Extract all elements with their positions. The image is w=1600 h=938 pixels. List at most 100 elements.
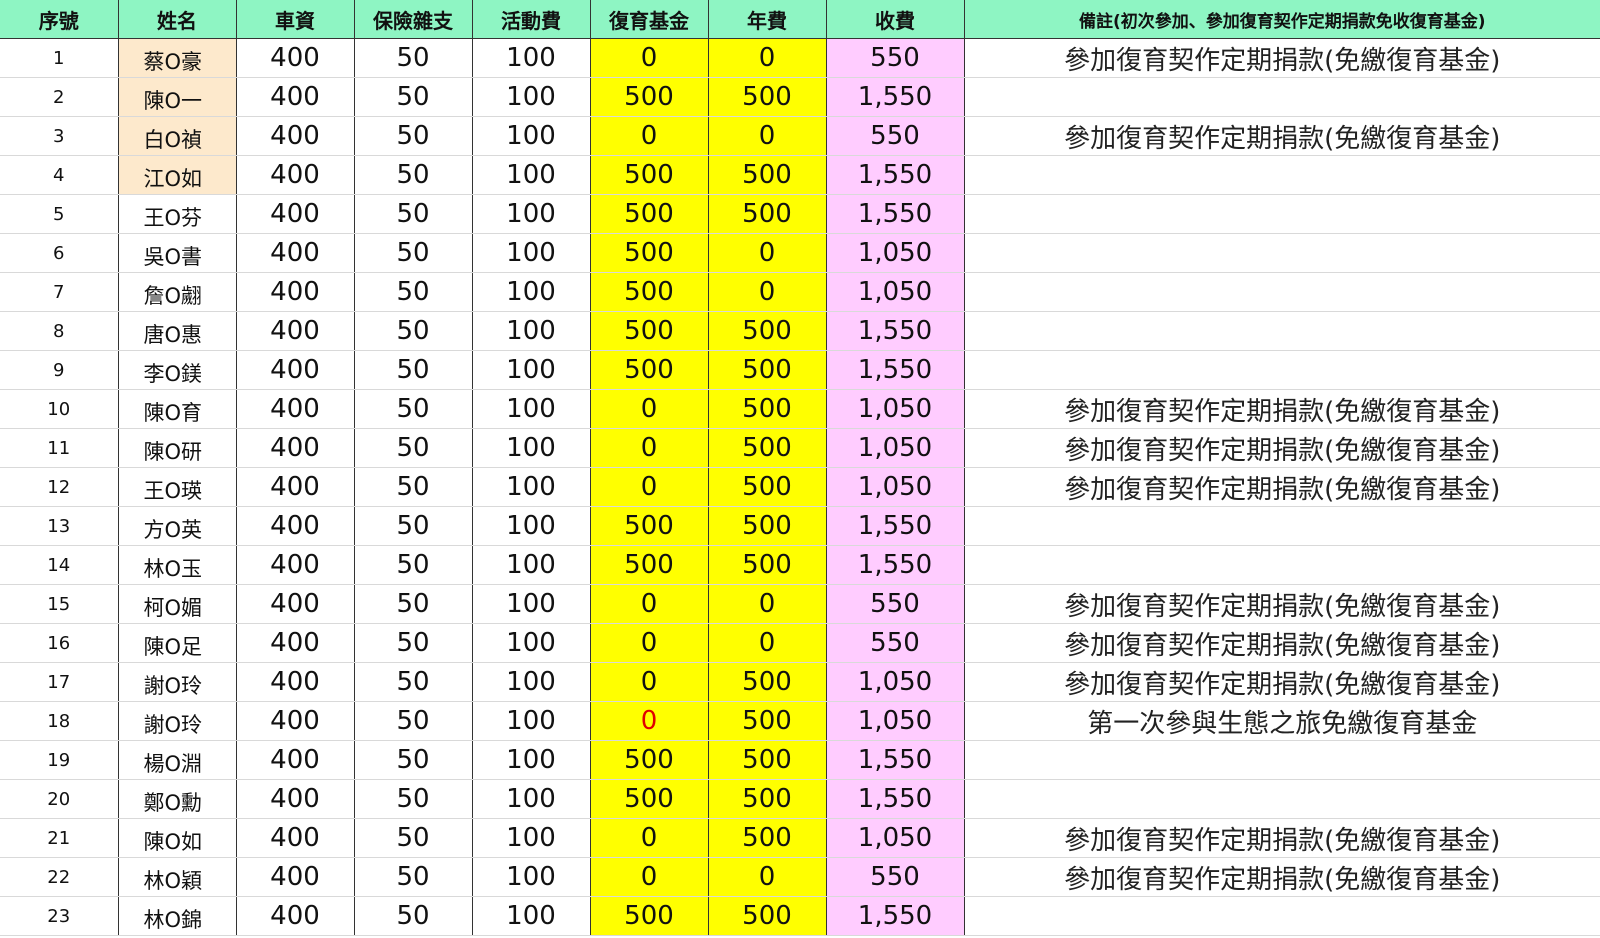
cell-seq[interactable]: 2: [0, 77, 119, 117]
cell-total[interactable]: 1,550: [826, 311, 965, 351]
cell-insurance[interactable]: 50: [354, 311, 473, 351]
cell-restoration-fund[interactable]: 500: [590, 896, 709, 936]
cell-activity[interactable]: 100: [472, 194, 591, 234]
cell-activity[interactable]: 100: [472, 77, 591, 117]
cell-annual-fee[interactable]: 500: [708, 740, 827, 780]
cell-total[interactable]: 1,550: [826, 77, 965, 117]
cell-remark[interactable]: [964, 155, 1600, 195]
cell-remark[interactable]: [964, 545, 1600, 585]
cell-seq[interactable]: 6: [0, 233, 119, 273]
cell-name[interactable]: 王O瑛: [118, 467, 237, 507]
cell-fare[interactable]: 400: [236, 545, 355, 585]
cell-total[interactable]: 1,550: [826, 194, 965, 234]
cell-total[interactable]: 1,050: [826, 233, 965, 273]
cell-seq[interactable]: 4: [0, 155, 119, 195]
cell-activity[interactable]: 100: [472, 155, 591, 195]
cell-insurance[interactable]: 50: [354, 155, 473, 195]
cell-name[interactable]: 謝O玲: [118, 662, 237, 702]
cell-restoration-fund[interactable]: 500: [590, 233, 709, 273]
cell-name[interactable]: 陳O如: [118, 818, 237, 858]
cell-activity[interactable]: 100: [472, 389, 591, 429]
cell-total[interactable]: 1,050: [826, 818, 965, 858]
header-annual-fee[interactable]: 年費: [708, 0, 827, 39]
cell-total[interactable]: 550: [826, 116, 965, 156]
cell-fare[interactable]: 400: [236, 896, 355, 936]
cell-restoration-fund[interactable]: 0: [590, 623, 709, 663]
cell-remark[interactable]: [964, 311, 1600, 351]
header-activity[interactable]: 活動費: [472, 0, 591, 39]
cell-insurance[interactable]: 50: [354, 467, 473, 507]
cell-fare[interactable]: 400: [236, 701, 355, 741]
cell-fare[interactable]: 400: [236, 155, 355, 195]
cell-restoration-fund[interactable]: 500: [590, 740, 709, 780]
cell-seq[interactable]: 21: [0, 818, 119, 858]
cell-insurance[interactable]: 50: [354, 818, 473, 858]
cell-remark[interactable]: 參加復育契作定期捐款(免繳復育基金): [964, 818, 1600, 858]
cell-seq[interactable]: 7: [0, 272, 119, 312]
cell-fare[interactable]: 400: [236, 740, 355, 780]
cell-name[interactable]: 林O穎: [118, 857, 237, 897]
cell-annual-fee[interactable]: 0: [708, 116, 827, 156]
cell-seq[interactable]: 17: [0, 662, 119, 702]
cell-remark[interactable]: [964, 194, 1600, 234]
cell-restoration-fund[interactable]: 500: [590, 506, 709, 546]
cell-total[interactable]: 1,550: [826, 350, 965, 390]
cell-remark[interactable]: [964, 350, 1600, 390]
cell-insurance[interactable]: 50: [354, 701, 473, 741]
cell-fare[interactable]: 400: [236, 818, 355, 858]
cell-fare[interactable]: 400: [236, 350, 355, 390]
cell-activity[interactable]: 100: [472, 506, 591, 546]
cell-remark[interactable]: [964, 506, 1600, 546]
cell-remark[interactable]: [964, 233, 1600, 273]
cell-activity[interactable]: 100: [472, 857, 591, 897]
cell-fare[interactable]: 400: [236, 77, 355, 117]
cell-remark[interactable]: 參加復育契作定期捐款(免繳復育基金): [964, 38, 1600, 78]
cell-fare[interactable]: 400: [236, 116, 355, 156]
cell-insurance[interactable]: 50: [354, 779, 473, 819]
cell-remark[interactable]: 參加復育契作定期捐款(免繳復育基金): [964, 662, 1600, 702]
cell-restoration-fund[interactable]: 0: [590, 857, 709, 897]
cell-annual-fee[interactable]: 500: [708, 818, 827, 858]
cell-seq[interactable]: 9: [0, 350, 119, 390]
cell-fare[interactable]: 400: [236, 428, 355, 468]
cell-restoration-fund[interactable]: 0: [590, 818, 709, 858]
header-restoration-fund[interactable]: 復育基金: [590, 0, 709, 39]
cell-annual-fee[interactable]: 0: [708, 857, 827, 897]
cell-activity[interactable]: 100: [472, 545, 591, 585]
cell-activity[interactable]: 100: [472, 779, 591, 819]
cell-seq[interactable]: 10: [0, 389, 119, 429]
cell-seq[interactable]: 18: [0, 701, 119, 741]
header-insurance[interactable]: 保險雜支: [354, 0, 473, 39]
cell-remark[interactable]: [964, 740, 1600, 780]
cell-annual-fee[interactable]: 500: [708, 701, 827, 741]
cell-remark[interactable]: 參加復育契作定期捐款(免繳復育基金): [964, 623, 1600, 663]
cell-insurance[interactable]: 50: [354, 116, 473, 156]
cell-activity[interactable]: 100: [472, 818, 591, 858]
cell-name[interactable]: 李O鎂: [118, 350, 237, 390]
cell-name[interactable]: 陳O研: [118, 428, 237, 468]
cell-total[interactable]: 1,550: [826, 506, 965, 546]
cell-annual-fee[interactable]: 500: [708, 194, 827, 234]
cell-activity[interactable]: 100: [472, 116, 591, 156]
cell-total[interactable]: 550: [826, 857, 965, 897]
cell-total[interactable]: 550: [826, 38, 965, 78]
cell-insurance[interactable]: 50: [354, 623, 473, 663]
cell-seq[interactable]: 20: [0, 779, 119, 819]
cell-restoration-fund[interactable]: 0: [590, 662, 709, 702]
cell-annual-fee[interactable]: 500: [708, 428, 827, 468]
header-remark[interactable]: 備註(初次參加、參加復育契作定期捐款免收復育基金): [964, 0, 1600, 39]
cell-restoration-fund[interactable]: 500: [590, 194, 709, 234]
cell-annual-fee[interactable]: 500: [708, 350, 827, 390]
cell-seq[interactable]: 3: [0, 116, 119, 156]
cell-fare[interactable]: 400: [236, 389, 355, 429]
cell-fare[interactable]: 400: [236, 779, 355, 819]
cell-activity[interactable]: 100: [472, 350, 591, 390]
cell-restoration-fund[interactable]: 500: [590, 272, 709, 312]
cell-name[interactable]: 方O英: [118, 506, 237, 546]
cell-name[interactable]: 楊O淵: [118, 740, 237, 780]
cell-insurance[interactable]: 50: [354, 350, 473, 390]
cell-seq[interactable]: 23: [0, 896, 119, 936]
cell-activity[interactable]: 100: [472, 662, 591, 702]
cell-insurance[interactable]: 50: [354, 506, 473, 546]
cell-insurance[interactable]: 50: [354, 857, 473, 897]
